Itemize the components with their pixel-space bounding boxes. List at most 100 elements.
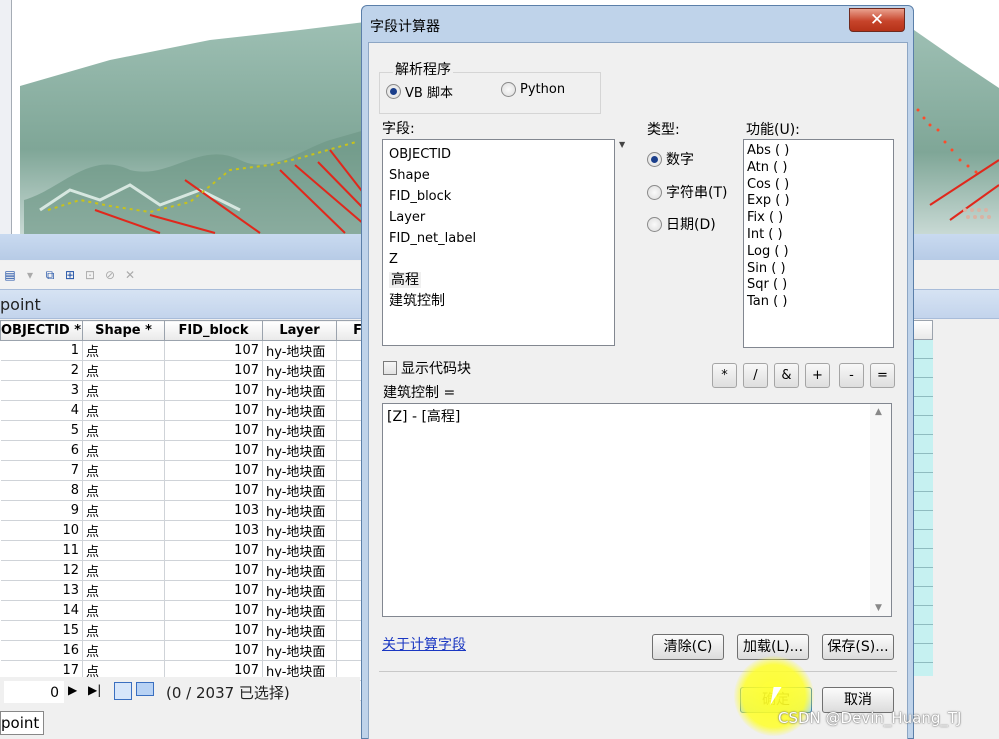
table-row[interactable]: 10 点 103 hy-地块面	[0, 520, 363, 541]
parser-python-radio[interactable]: Python	[501, 82, 565, 97]
cell-fid-block[interactable]: 107	[164, 480, 263, 501]
table-row[interactable]: 1 点 107 hy-地块面	[0, 340, 363, 361]
show-selected-records-icon[interactable]	[136, 682, 154, 696]
cell-layer[interactable]: hy-地块面	[262, 360, 337, 381]
cell-fid-block[interactable]: 107	[164, 560, 263, 581]
cell-fid-block[interactable]: 107	[164, 420, 263, 441]
cell-partial[interactable]	[336, 460, 363, 481]
cell-layer[interactable]: hy-地块面	[262, 380, 337, 401]
table-row[interactable]: 12 点 107 hy-地块面	[0, 560, 363, 581]
cell-partial[interactable]	[336, 340, 363, 361]
table-row[interactable]: 6 点 107 hy-地块面	[0, 440, 363, 461]
cell-fid-block[interactable]: 107	[164, 460, 263, 481]
bottom-table-tab[interactable]: point	[0, 711, 44, 735]
cell-layer[interactable]: hy-地块面	[262, 500, 337, 521]
cell-partial[interactable]	[336, 360, 363, 381]
cell-shape[interactable]: 点	[82, 580, 165, 601]
cell-objectid[interactable]: 10	[0, 520, 83, 541]
column-header-partial[interactable]: F	[336, 320, 363, 341]
cell-shape[interactable]: 点	[82, 560, 165, 581]
cell-objectid[interactable]: 12	[0, 560, 83, 581]
cell-objectid[interactable]: 6	[0, 440, 83, 461]
clear-button[interactable]: 清除(C)	[652, 634, 724, 660]
cell-partial[interactable]	[336, 620, 363, 641]
table-row[interactable]: 9 点 103 hy-地块面	[0, 500, 363, 521]
record-number-input[interactable]: 0	[4, 681, 64, 703]
column-header-objectid[interactable]: OBJECTID *	[0, 320, 83, 341]
next-record-icon[interactable]: ▶	[68, 683, 77, 697]
field-item[interactable]: Z	[389, 249, 608, 270]
cell-objectid[interactable]: 2	[0, 360, 83, 381]
function-item[interactable]: Cos ( )	[747, 176, 890, 193]
cell-partial[interactable]	[336, 380, 363, 401]
cell-partial[interactable]	[336, 640, 363, 661]
cell-partial[interactable]	[336, 520, 363, 541]
cell-layer[interactable]: hy-地块面	[262, 400, 337, 421]
cell-objectid[interactable]: 4	[0, 400, 83, 421]
function-item[interactable]: Atn ( )	[747, 159, 890, 176]
column-header-right[interactable]	[913, 320, 933, 340]
cell-fid-block[interactable]: 107	[164, 360, 263, 381]
save-button[interactable]: 保存(S)...	[822, 634, 894, 660]
cell-layer[interactable]: hy-地块面	[262, 600, 337, 621]
cell-objectid[interactable]: 9	[0, 500, 83, 521]
cell-objectid[interactable]: 15	[0, 620, 83, 641]
cell-layer[interactable]: hy-地块面	[262, 560, 337, 581]
cell-partial[interactable]	[336, 440, 363, 461]
cell-layer[interactable]: hy-地块面	[262, 340, 337, 361]
field-item[interactable]: Shape	[389, 165, 608, 186]
cell-objectid[interactable]: 3	[0, 380, 83, 401]
cell-objectid[interactable]: 7	[0, 460, 83, 481]
table-row[interactable]: 5 点 107 hy-地块面	[0, 420, 363, 441]
expression-scrollbar[interactable]: ▲ ▼	[870, 404, 891, 616]
cell-layer[interactable]: hy-地块面	[262, 480, 337, 501]
cell-layer[interactable]: hy-地块面	[262, 620, 337, 641]
clear-selection-icon[interactable]: ⊘	[102, 267, 118, 283]
cell-objectid[interactable]: 8	[0, 480, 83, 501]
cell-layer[interactable]: hy-地块面	[262, 520, 337, 541]
cell-objectid[interactable]: 5	[0, 420, 83, 441]
last-record-icon[interactable]: ▶|	[88, 683, 101, 697]
cell-shape[interactable]: 点	[82, 540, 165, 561]
cell-layer[interactable]: hy-地块面	[262, 420, 337, 441]
function-item[interactable]: Log ( )	[747, 243, 890, 260]
cell-fid-block[interactable]: 103	[164, 500, 263, 521]
cell-fid-block[interactable]: 107	[164, 540, 263, 561]
cell-layer[interactable]: hy-地块面	[262, 440, 337, 461]
cell-shape[interactable]: 点	[82, 360, 165, 381]
function-item[interactable]: Exp ( )	[747, 192, 890, 209]
column-header-shape[interactable]: Shape *	[82, 320, 165, 341]
operator-concat-button[interactable]: &	[774, 363, 799, 388]
cell-objectid[interactable]: 1	[0, 340, 83, 361]
cell-shape[interactable]: 点	[82, 460, 165, 481]
table-row[interactable]: 11 点 107 hy-地块面	[0, 540, 363, 561]
cell-objectid[interactable]: 11	[0, 540, 83, 561]
type-date-radio[interactable]: 日期(D)	[647, 214, 716, 234]
table-row[interactable]: 4 点 107 hy-地块面	[0, 400, 363, 421]
cell-layer[interactable]: hy-地块面	[262, 640, 337, 661]
sort-arrow-icon[interactable]: ▼	[619, 140, 625, 149]
delete-icon[interactable]: ✕	[122, 267, 138, 283]
cell-shape[interactable]: 点	[82, 380, 165, 401]
switch-selection-icon[interactable]: ⊡	[82, 267, 98, 283]
table-row[interactable]: 14 点 107 hy-地块面	[0, 600, 363, 621]
operator-equals-button[interactable]: =	[870, 363, 895, 388]
fields-list[interactable]: OBJECTID Shape FID_block Layer FID_net_label…	[382, 139, 615, 346]
cell-fid-block[interactable]: 107	[164, 400, 263, 421]
cell-fid-block[interactable]: 107	[164, 600, 263, 621]
parser-vbscript-radio[interactable]: VB 脚本	[386, 82, 453, 101]
cell-fid-block[interactable]: 107	[164, 440, 263, 461]
column-header-layer[interactable]: Layer	[262, 320, 337, 341]
show-codeblock-checkbox[interactable]: 显示代码块	[383, 358, 471, 378]
table-options-icon[interactable]: ▤	[2, 267, 18, 283]
functions-list[interactable]: Abs ( ) Atn ( ) Cos ( ) Exp ( ) Fix ( ) Int (…	[743, 139, 894, 348]
cell-fid-block[interactable]: 103	[164, 520, 263, 541]
cell-fid-block[interactable]: 107	[164, 380, 263, 401]
scroll-down-icon[interactable]: ▼	[875, 603, 882, 613]
cell-shape[interactable]: 点	[82, 340, 165, 361]
cell-fid-block[interactable]: 107	[164, 340, 263, 361]
operator-plus-button[interactable]: +	[805, 363, 830, 388]
function-item[interactable]: Int ( )	[747, 226, 890, 243]
show-all-records-icon[interactable]	[114, 682, 132, 700]
expression-textarea[interactable]: [Z] - [高程]	[382, 403, 892, 617]
